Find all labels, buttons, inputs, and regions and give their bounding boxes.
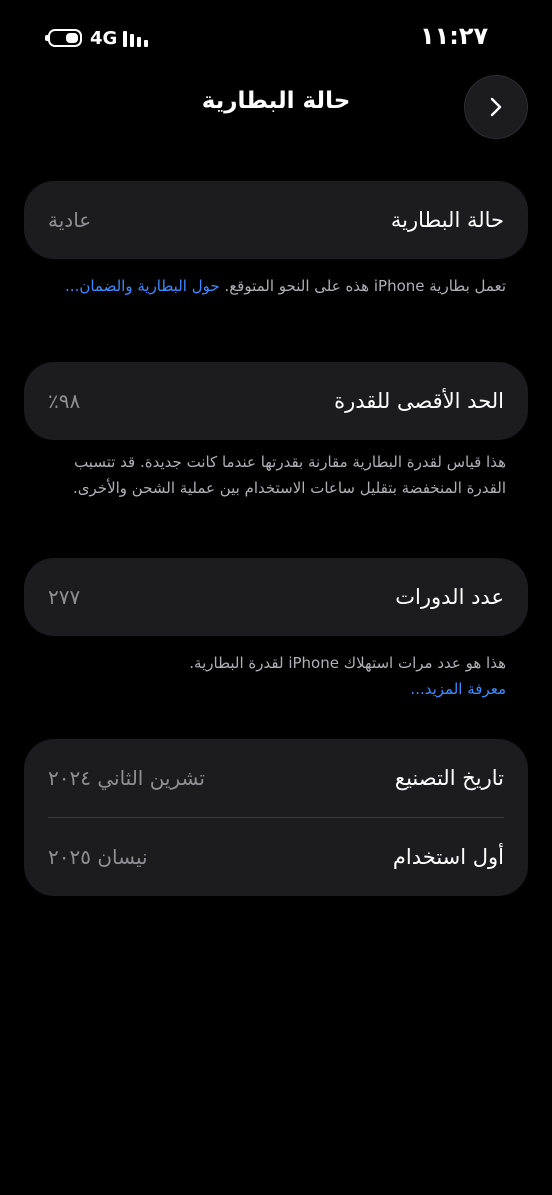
cycle-count-label: عدد الدورات [395, 585, 504, 609]
battery-warranty-link[interactable]: حول البطارية والضمان... [65, 277, 220, 295]
cycle-count-description: هذا هو عدد مرات استهلاك iPhone لقدرة الب… [189, 654, 506, 672]
battery-health-description: تعمل بطارية iPhone هذه على النحو المتوقع… [224, 277, 506, 295]
cycle-count-row: عدد الدورات ٢٧٧ [24, 558, 528, 636]
cycle-count-card: عدد الدورات ٢٧٧ [24, 558, 528, 636]
maximum-capacity-row: الحد الأقصى للقدرة ٩٨٪ [24, 362, 528, 440]
first-use-label: أول استخدام [392, 845, 504, 869]
battery-icon [45, 29, 82, 47]
cycle-count-value: ٢٧٧ [48, 585, 81, 609]
maximum-capacity-footnote: هذا قياس لقدرة البطارية مقارنة بقدرتها ع… [73, 453, 506, 497]
dates-card: تاريخ التصنيع تشرين الثاني ٢٠٢٤ أول استخ… [24, 739, 528, 896]
manufacture-date-value: تشرين الثاني ٢٠٢٤ [48, 766, 205, 790]
battery-health-screen: 4G ١١:٢٧ حالة البطارية حالة البطارية عاد… [0, 0, 552, 1195]
chevron-right-icon [490, 97, 502, 117]
battery-level-fill [66, 33, 78, 43]
manufacture-date-label: تاريخ التصنيع [394, 766, 504, 790]
network-type: 4G [90, 27, 118, 49]
maximum-capacity-card: الحد الأقصى للقدرة ٩٨٪ [24, 362, 528, 440]
manufacture-date-row: تاريخ التصنيع تشرين الثاني ٢٠٢٤ [24, 739, 528, 817]
battery-health-footnote: تعمل بطارية iPhone هذه على النحو المتوقع… [44, 273, 506, 299]
maximum-capacity-label: الحد الأقصى للقدرة [334, 389, 504, 413]
first-use-value: نيسان ٢٠٢٥ [48, 845, 148, 869]
learn-more-link[interactable]: معرفة المزيد... [410, 680, 506, 698]
status-time: ١١:٢٧ [420, 22, 489, 50]
back-button[interactable] [464, 75, 528, 139]
signal-strength-icon [123, 29, 149, 47]
maximum-capacity-value: ٩٨٪ [48, 389, 81, 413]
first-use-row: أول استخدام نيسان ٢٠٢٥ [24, 818, 528, 896]
battery-health-label: حالة البطارية [390, 208, 504, 232]
cycle-count-footnote: هذا هو عدد مرات استهلاك iPhone لقدرة الب… [44, 650, 506, 702]
battery-health-card: حالة البطارية عادية [24, 181, 528, 259]
battery-health-value: عادية [48, 208, 92, 232]
battery-health-row[interactable]: حالة البطارية عادية [24, 181, 528, 259]
status-bar-indicators: 4G [45, 26, 149, 50]
